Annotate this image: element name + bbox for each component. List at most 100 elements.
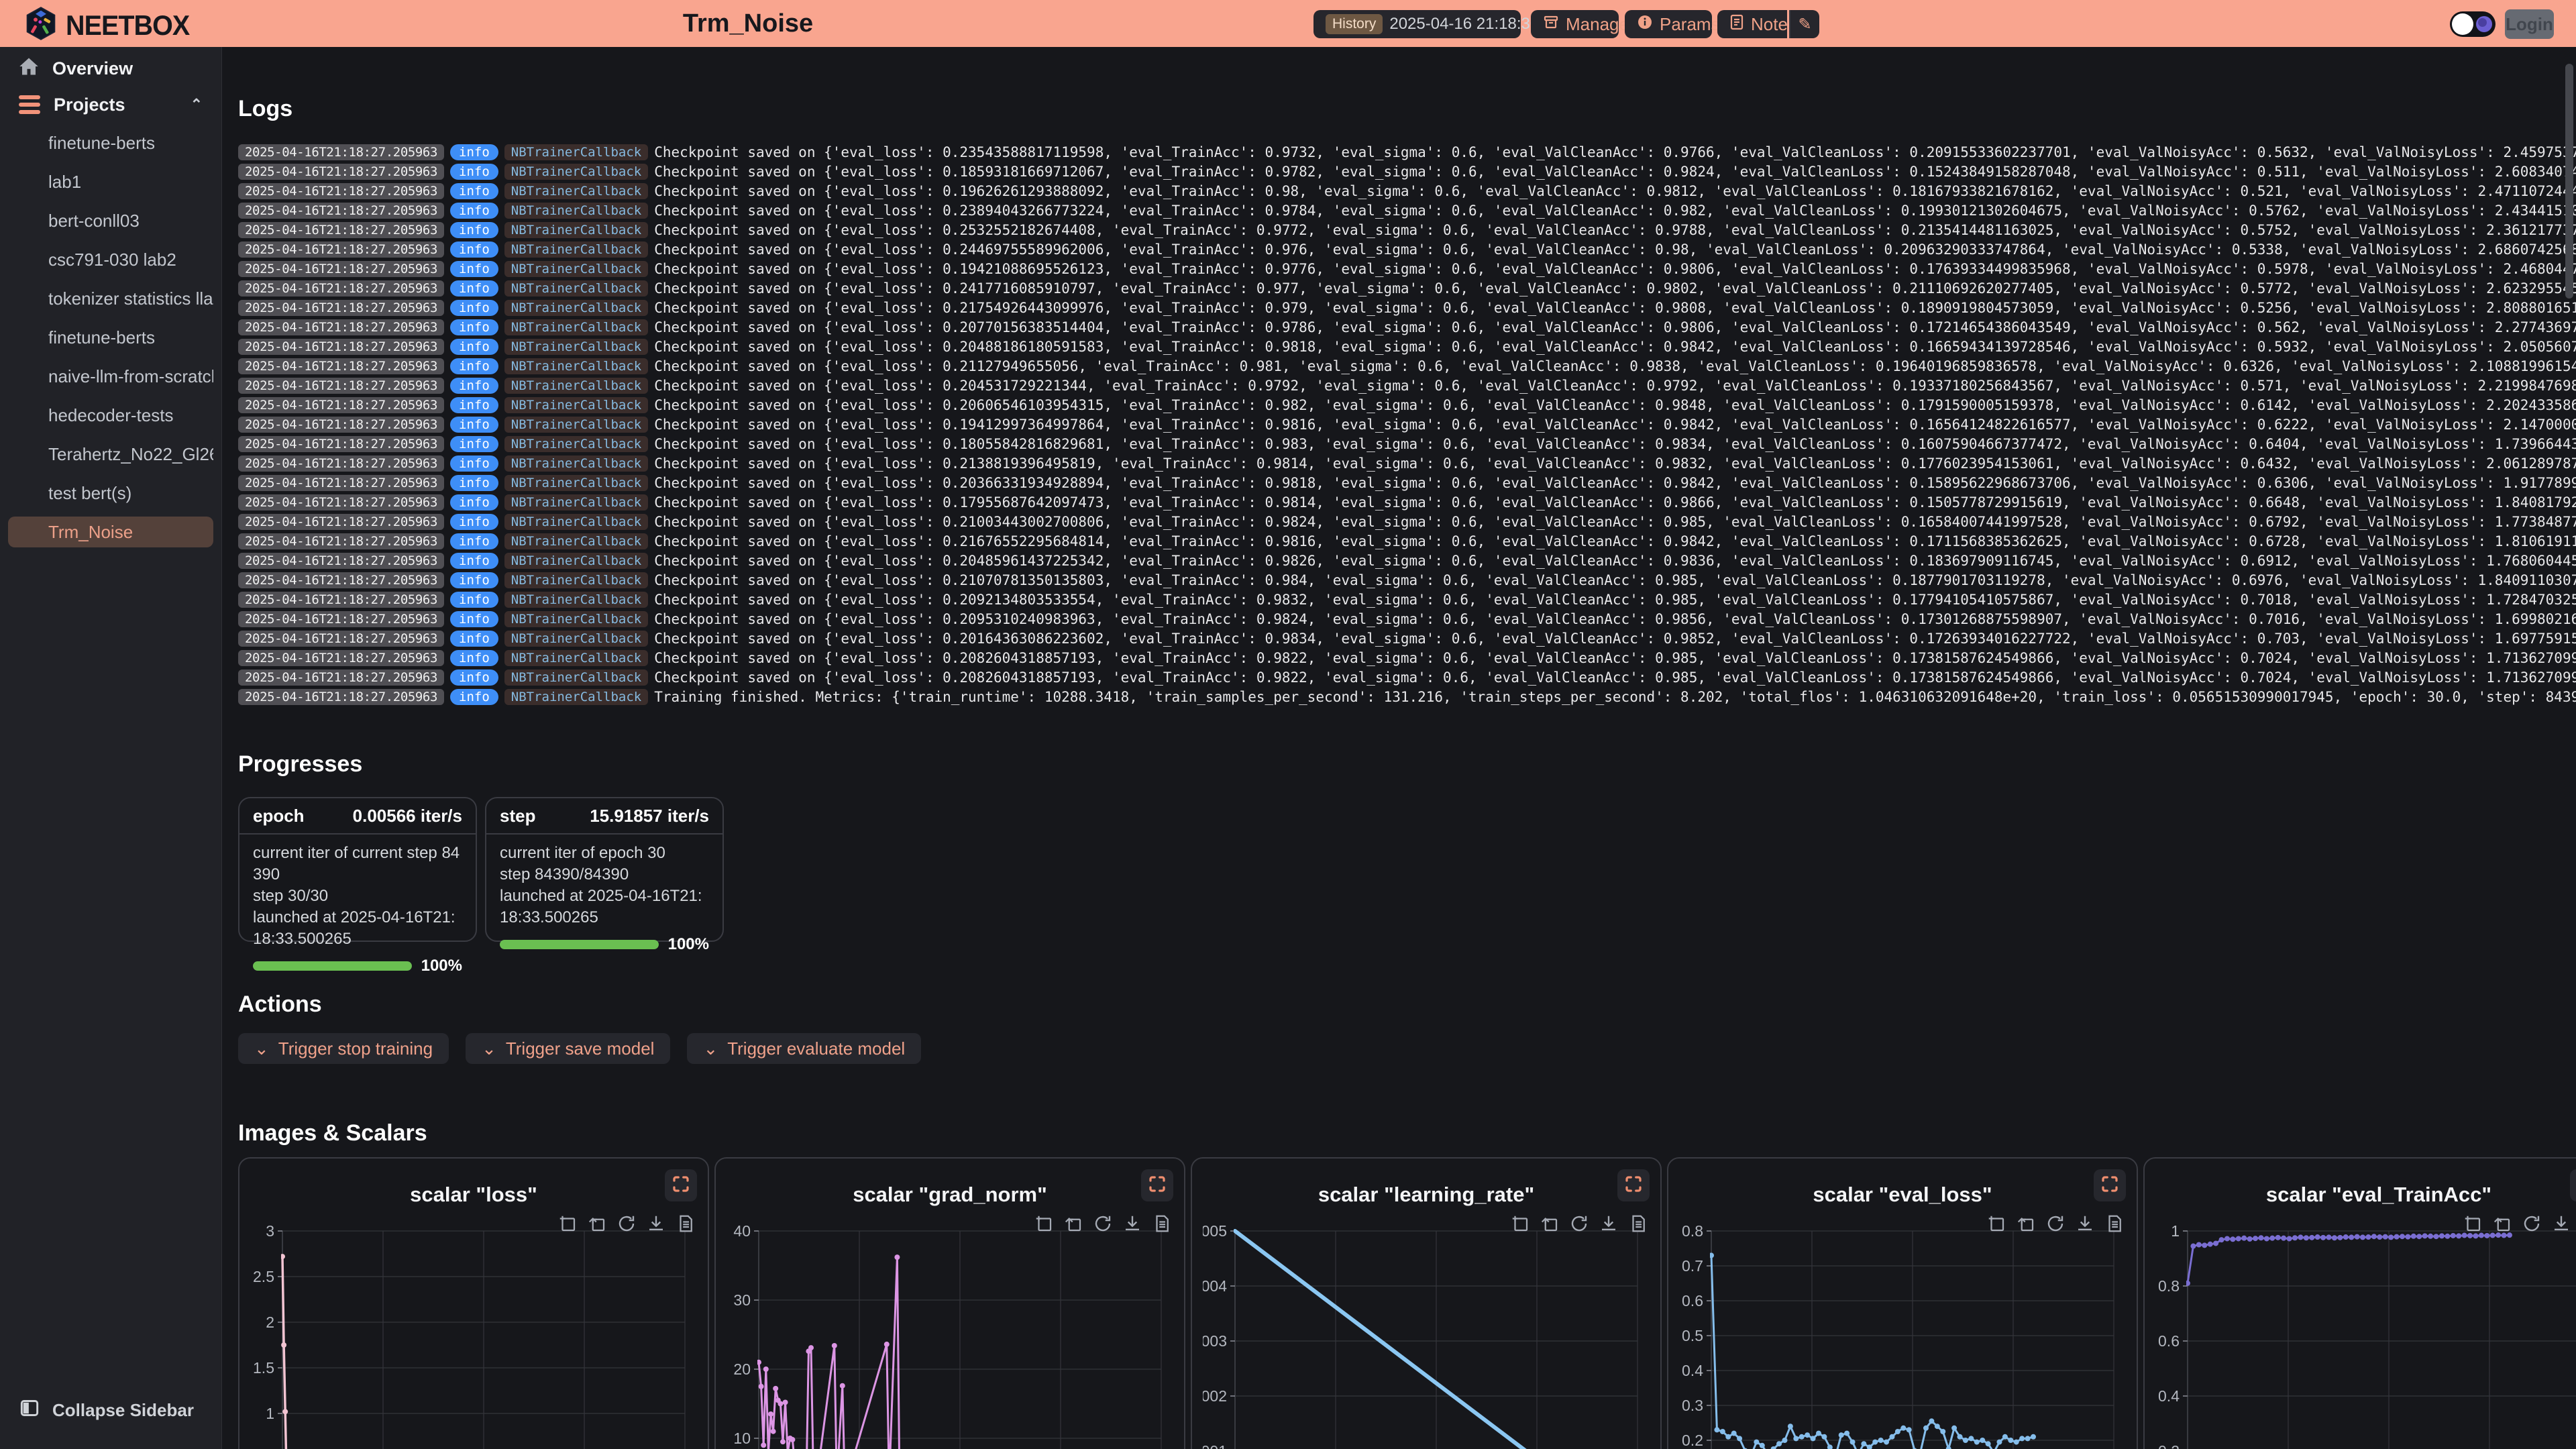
log-level-badge: info (450, 319, 498, 335)
data-view-icon[interactable] (676, 1214, 696, 1237)
chevron-down-icon: ⌄ (254, 1038, 269, 1059)
chart-canvas: 005004003002001 (1203, 1226, 1651, 1449)
zoom-restore-icon[interactable] (1063, 1214, 1083, 1237)
data-view-icon[interactable] (1152, 1214, 1172, 1237)
sidebar-project-item[interactable]: lab1 (8, 166, 213, 197)
log-level-badge: info (450, 494, 498, 511)
download-icon[interactable] (2075, 1214, 2095, 1237)
action-trigger-button[interactable]: ⌄Trigger save model (466, 1033, 670, 1064)
log-row: 2025-04-16T21:18:27.205963infoNBTrainerC… (238, 356, 2559, 376)
zoom-restore-icon[interactable] (1540, 1214, 1560, 1237)
log-row: 2025-04-16T21:18:27.205963infoNBTrainerC… (238, 395, 2559, 415)
log-timestamp-badge: 2025-04-16T21:18:27.205963 (238, 378, 444, 394)
params-button[interactable]: Params (1625, 10, 1712, 38)
log-message: Checkpoint saved on {'eval_loss': 0.2112… (654, 358, 2576, 374)
svg-text:0.6: 0.6 (2158, 1332, 2180, 1350)
sidebar-project-item[interactable]: finetune-berts (8, 127, 213, 158)
log-message: Checkpoint saved on {'eval_loss': 0.2082… (654, 650, 2576, 666)
svg-text:005: 005 (1203, 1226, 1227, 1240)
log-tag-badge: NBTrainerCallback (504, 280, 648, 297)
zoom-restore-icon[interactable] (2492, 1214, 2512, 1237)
zoom-restore-icon[interactable] (587, 1214, 607, 1237)
log-level-badge: info (450, 436, 498, 452)
chart-canvas: 10.80.60.40.2 (2155, 1226, 2576, 1449)
scalar-chart-card: scalar "grad_norm"40302010 (714, 1157, 1185, 1449)
sidebar-project-item[interactable]: finetune-berts (8, 322, 213, 353)
action-label: Trigger save model (506, 1038, 655, 1059)
log-timestamp-badge: 2025-04-16T21:18:27.205963 (238, 514, 444, 530)
sidebar-item-projects[interactable]: Projects ⌃ (8, 90, 213, 119)
page-scrollbar-thumb[interactable] (2565, 64, 2573, 299)
chart-toolbar (1510, 1214, 1648, 1237)
login-button[interactable]: Login (2505, 9, 2554, 39)
scalar-chart-card: scalar "learning_rate"005004003002001 (1191, 1157, 1662, 1449)
box-zoom-icon[interactable] (1510, 1214, 1530, 1237)
box-zoom-icon[interactable] (1986, 1214, 2006, 1237)
brand[interactable]: NEETBOX (25, 7, 197, 44)
action-trigger-button[interactable]: ⌄Trigger evaluate model (687, 1033, 921, 1064)
refresh-icon[interactable] (1569, 1214, 1589, 1237)
log-row: 2025-04-16T21:18:27.205963infoNBTrainerC… (238, 317, 2559, 337)
refresh-icon[interactable] (2522, 1214, 2542, 1237)
pencil-icon: ✎ (1798, 15, 1811, 34)
box-zoom-icon[interactable] (2463, 1214, 2483, 1237)
data-view-icon[interactable] (2104, 1214, 2125, 1237)
zoom-restore-icon[interactable] (2016, 1214, 2036, 1237)
refresh-icon[interactable] (2045, 1214, 2065, 1237)
log-tag-badge: NBTrainerCallback (504, 553, 648, 569)
svg-text:001: 001 (1203, 1442, 1227, 1449)
svg-text:10: 10 (733, 1430, 751, 1447)
note-button[interactable]: Note (1717, 10, 1787, 38)
svg-text:20: 20 (733, 1360, 751, 1378)
history-dropdown[interactable]: History 2025-04-16 21:18:30 ⌄ (1313, 10, 1521, 38)
collapse-sidebar-button[interactable]: Collapse Sidebar (0, 1399, 214, 1422)
sidebar-project-item[interactable]: csc791-030 lab2 (8, 244, 213, 275)
expand-chart-button[interactable] (1617, 1169, 1650, 1201)
log-message: Checkpoint saved on {'eval_loss': 0.1941… (654, 417, 2576, 433)
log-level-badge: info (450, 280, 498, 297)
svg-text:004: 004 (1203, 1277, 1227, 1295)
log-timestamp-badge: 2025-04-16T21:18:27.205963 (238, 261, 444, 277)
log-timestamp-badge: 2025-04-16T21:18:27.205963 (238, 417, 444, 433)
log-message: Checkpoint saved on {'eval_loss': 0.2389… (654, 203, 2576, 219)
sidebar-project-item[interactable]: Terahertz_No22_Gl261_gl... (8, 439, 213, 470)
sidebar-project-item[interactable]: Trm_Noise (8, 517, 213, 547)
sidebar-item-overview[interactable]: Overview (8, 54, 213, 83)
log-tag-badge: NBTrainerCallback (504, 631, 648, 647)
download-icon[interactable] (1599, 1214, 1619, 1237)
box-zoom-icon[interactable] (557, 1214, 578, 1237)
logs-heading: Logs (238, 96, 292, 122)
download-icon[interactable] (1122, 1214, 1142, 1237)
sidebar-project-item[interactable]: test bert(s) (8, 478, 213, 508)
theme-toggle[interactable] (2450, 11, 2496, 37)
actions-row: ⌄ Trigger stop training ⌄Trigger save mode… (238, 1033, 921, 1064)
manage-button[interactable]: Manage (1531, 10, 1619, 38)
data-view-icon[interactable] (1628, 1214, 1648, 1237)
edit-note-button[interactable]: ✎ (1789, 10, 1819, 38)
log-row: 2025-04-16T21:18:27.205963infoNBTrainerC… (238, 570, 2559, 590)
box-zoom-icon[interactable] (1034, 1214, 1054, 1237)
download-icon[interactable] (646, 1214, 666, 1237)
refresh-icon[interactable] (616, 1214, 637, 1237)
action-trigger-button[interactable]: ⌄ Trigger stop training (238, 1033, 449, 1064)
action-label: Trigger stop training (278, 1038, 433, 1059)
sidebar-project-item[interactable]: bert-conll03 (8, 205, 213, 236)
sidebar-project-item[interactable]: hedecoder-tests (8, 400, 213, 431)
download-icon[interactable] (2551, 1214, 2571, 1237)
progress-bar (500, 940, 659, 949)
sidebar-project-item[interactable]: naive-llm-from-scratch (8, 361, 213, 392)
log-row: 2025-04-16T21:18:27.205963infoNBTrainerC… (238, 337, 2559, 356)
expand-chart-button[interactable] (2094, 1169, 2126, 1201)
sidebar-project-item[interactable]: tokenizer statistics llama... (8, 283, 213, 314)
log-tag-badge: NBTrainerCallback (504, 514, 648, 530)
refresh-icon[interactable] (1093, 1214, 1113, 1237)
expand-chart-button[interactable] (1141, 1169, 1173, 1201)
log-timestamp-badge: 2025-04-16T21:18:27.205963 (238, 222, 444, 238)
expand-chart-button[interactable] (2570, 1169, 2576, 1201)
actions-heading: Actions (238, 991, 322, 1018)
log-tag-badge: NBTrainerCallback (504, 650, 648, 666)
expand-chart-button[interactable] (665, 1169, 697, 1201)
history-value: 2025-04-16 21:18:30 (1389, 15, 1539, 34)
log-timestamp-badge: 2025-04-16T21:18:27.205963 (238, 203, 444, 219)
log-row: 2025-04-16T21:18:27.205963infoNBTrainerC… (238, 531, 2559, 551)
